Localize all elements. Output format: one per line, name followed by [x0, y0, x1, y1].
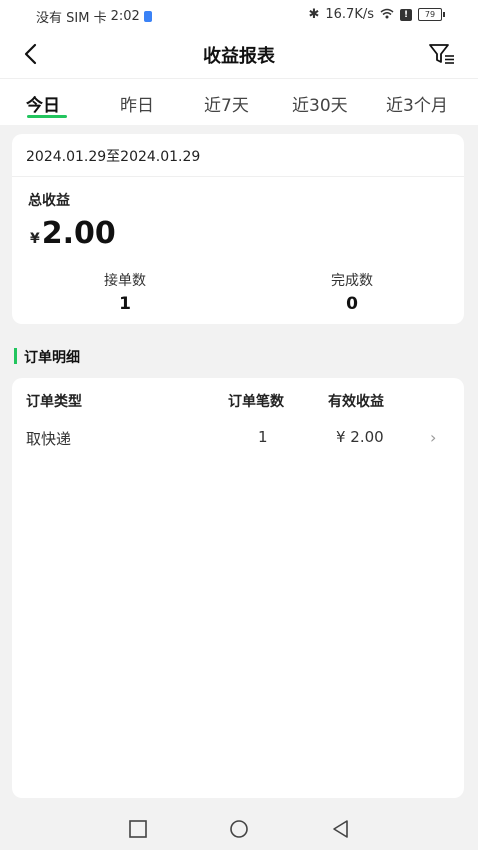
section-title: 订单明细 [14, 347, 80, 367]
bluetooth-icon: ✱ [308, 7, 320, 22]
completed-orders-value: 0 [346, 294, 358, 314]
completed-orders-label: 完成数 [331, 273, 373, 289]
battery-icon: 79 [418, 8, 445, 21]
sim-card-icon [143, 11, 152, 22]
tab-last-30-days[interactable]: 近30天 [292, 91, 348, 116]
clock-text: 2:02 [110, 9, 140, 24]
chevron-right-icon: › [430, 428, 437, 447]
triangle-back-icon [333, 820, 348, 838]
filter-icon [429, 44, 454, 64]
system-nav-bar [0, 808, 478, 850]
tab-yesterday[interactable]: 昨日 [120, 91, 154, 116]
tab-last-7-days[interactable]: 近7天 [204, 91, 249, 116]
notification-icon: ! [400, 8, 412, 21]
filter-button[interactable] [428, 42, 456, 66]
row-count: 1 [258, 428, 268, 446]
page-title: 收益报表 [203, 46, 275, 67]
date-range: 2024.01.29至2024.01.29 [26, 149, 201, 165]
total-income-value: 2.00 [41, 216, 116, 251]
column-header-count: 订单笔数 [228, 394, 284, 410]
divider [12, 176, 464, 177]
section-accent-bar [14, 348, 17, 364]
column-header-income: 有效收益 [328, 394, 384, 410]
home-button[interactable] [228, 818, 250, 840]
carrier-text: 没有 SIM 卡 [36, 11, 107, 26]
accepted-orders-value: 1 [119, 294, 131, 314]
status-left: 没有 SIM 卡 2:02 [36, 7, 152, 26]
order-detail-card: 订单类型 订单笔数 有效收益 取快递 1 ¥ 2.00 › [12, 378, 464, 798]
total-income-label: 总收益 [28, 193, 70, 209]
app-header: 收益报表 [0, 30, 478, 78]
tab-last-3-months[interactable]: 近3个月 [386, 91, 448, 116]
currency-symbol: ¥ [30, 231, 40, 247]
row-type: 取快递 [26, 430, 72, 448]
date-tabs: 今日 昨日 近7天 近30天 近3个月 [0, 78, 478, 125]
accepted-orders-label: 接单数 [104, 273, 146, 289]
column-header-type: 订单类型 [26, 394, 82, 410]
total-income: ¥ 2.00 [30, 216, 116, 251]
section-title-text: 订单明细 [24, 350, 80, 366]
active-tab-indicator [27, 115, 67, 118]
square-icon [129, 820, 147, 838]
network-speed-text: 16.7K/s [325, 7, 374, 22]
status-bar: 没有 SIM 卡 2:02 ✱ 16.7K/s ! 79 [0, 0, 478, 30]
circle-icon [230, 820, 248, 838]
summary-card: 2024.01.29至2024.01.29 总收益 ¥ 2.00 接单数 1 完… [12, 134, 464, 324]
recent-apps-button[interactable] [127, 818, 149, 840]
back-nav-button[interactable] [330, 818, 352, 840]
tab-today[interactable]: 今日 [26, 91, 60, 116]
row-income: ¥ 2.00 [336, 428, 384, 446]
wifi-icon [380, 8, 394, 22]
status-right: ✱ 16.7K/s ! 79 [308, 7, 445, 22]
